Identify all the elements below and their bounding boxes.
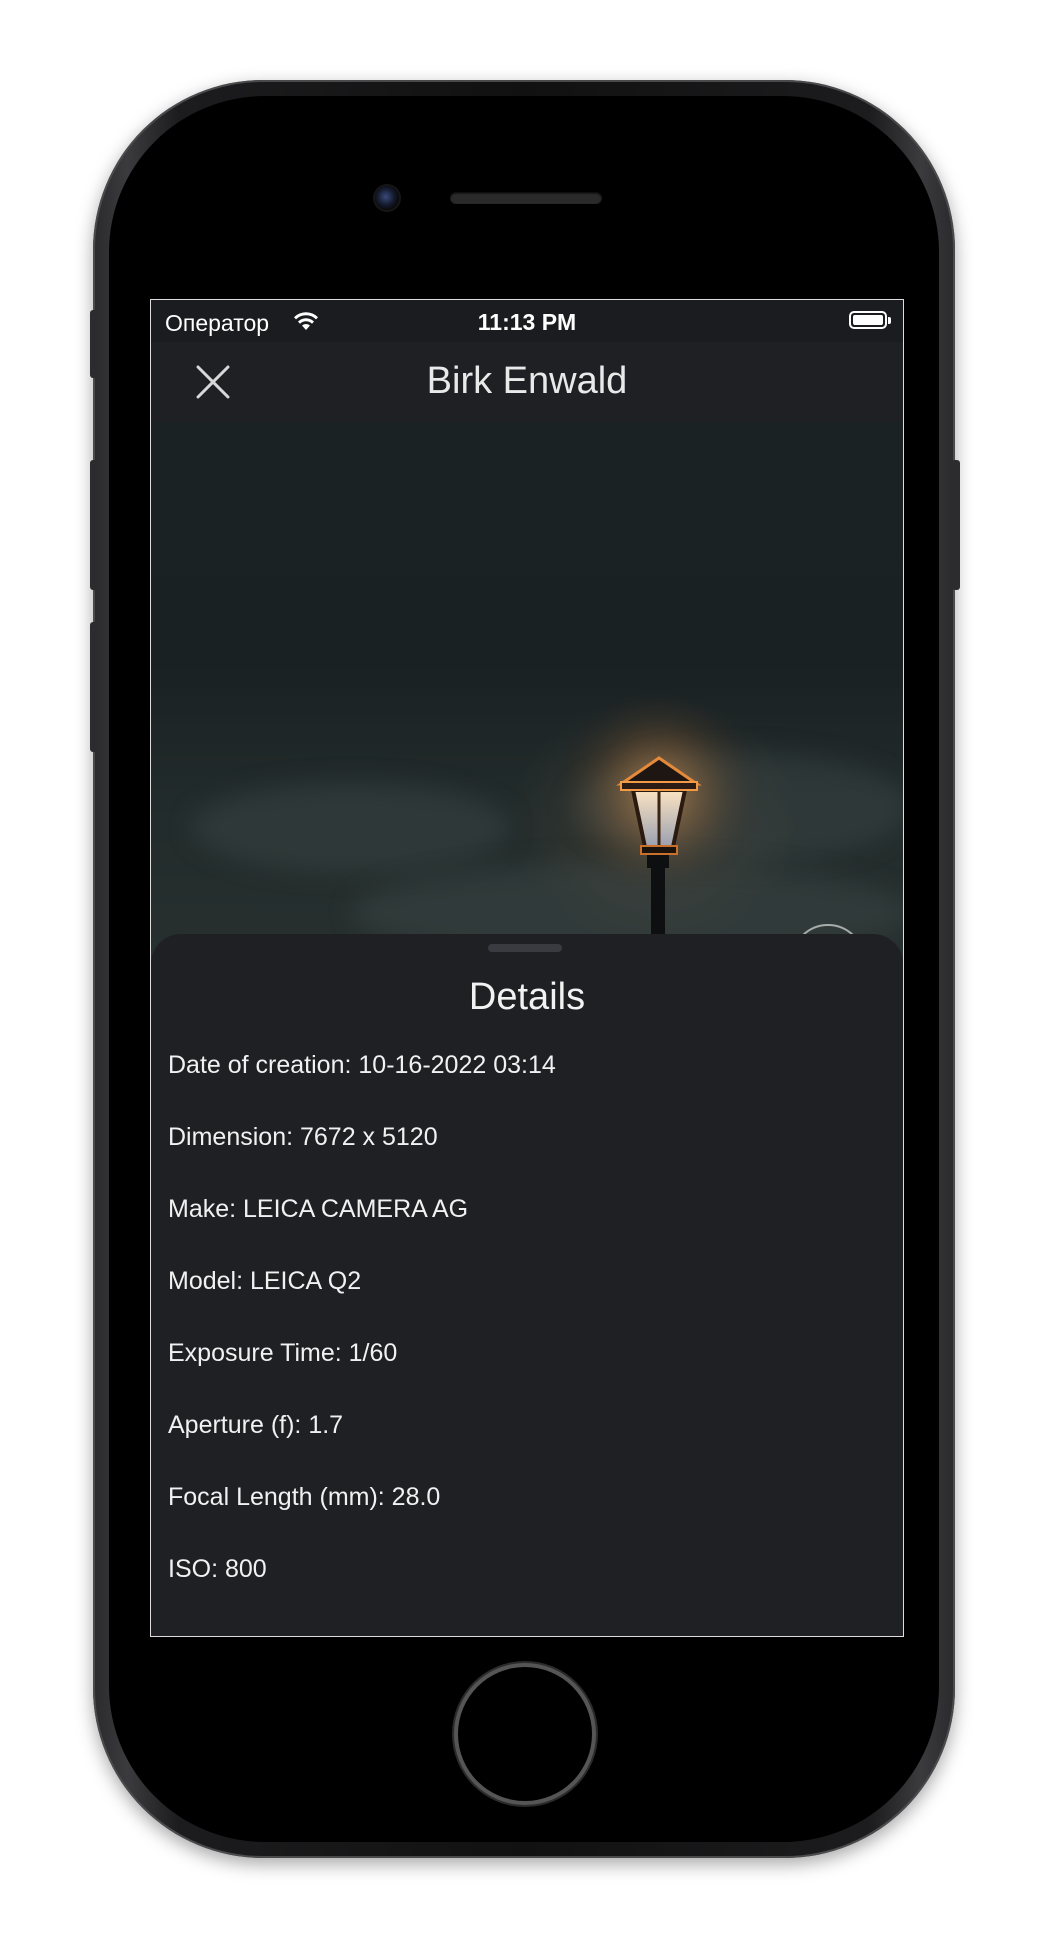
detail-model: Model: LEICA Q2 (168, 1267, 362, 1295)
detail-iso: ISO: 800 (168, 1555, 267, 1583)
navigation-bar: Birk Enwald (151, 342, 903, 422)
status-time: 11:13 PM (477, 309, 577, 335)
street-lamp-image (549, 682, 769, 962)
details-title: Details (468, 976, 586, 1018)
detail-dimension: Dimension: 7672 x 5120 (168, 1123, 438, 1151)
details-sheet: Details Date of creation: 10-16-2022 03:… (151, 934, 903, 1636)
detail-aperture: Aperture (f): 1.7 (168, 1411, 344, 1439)
detail-exposure-time: Exposure Time: 1/60 (168, 1339, 398, 1367)
home-button[interactable] (458, 1667, 592, 1801)
app-screen: Оператор 11:13 PM Birk Enwald Details Da… (150, 299, 904, 1637)
battery-icon (849, 311, 891, 329)
status-bar: Оператор 11:13 PM (151, 300, 903, 342)
detail-make: Make: LEICA CAMERA AG (168, 1195, 469, 1223)
page-title: Birk Enwald (426, 360, 628, 402)
volume-up-button (90, 460, 98, 590)
detail-focal-length: Focal Length (mm): 28.0 (168, 1483, 441, 1511)
detail-date-of-creation: Date of creation: 10-16-2022 03:14 (168, 1051, 556, 1079)
earpiece-speaker (450, 192, 602, 204)
sheet-grabber-handle[interactable] (488, 944, 562, 952)
details-list: Date of creation: 10-16-2022 03:14 Dimen… (168, 1050, 886, 1626)
mute-switch (90, 310, 98, 378)
photo-preview[interactable] (151, 422, 903, 998)
volume-down-button (90, 622, 98, 752)
front-camera (375, 186, 399, 210)
power-button (952, 460, 960, 590)
